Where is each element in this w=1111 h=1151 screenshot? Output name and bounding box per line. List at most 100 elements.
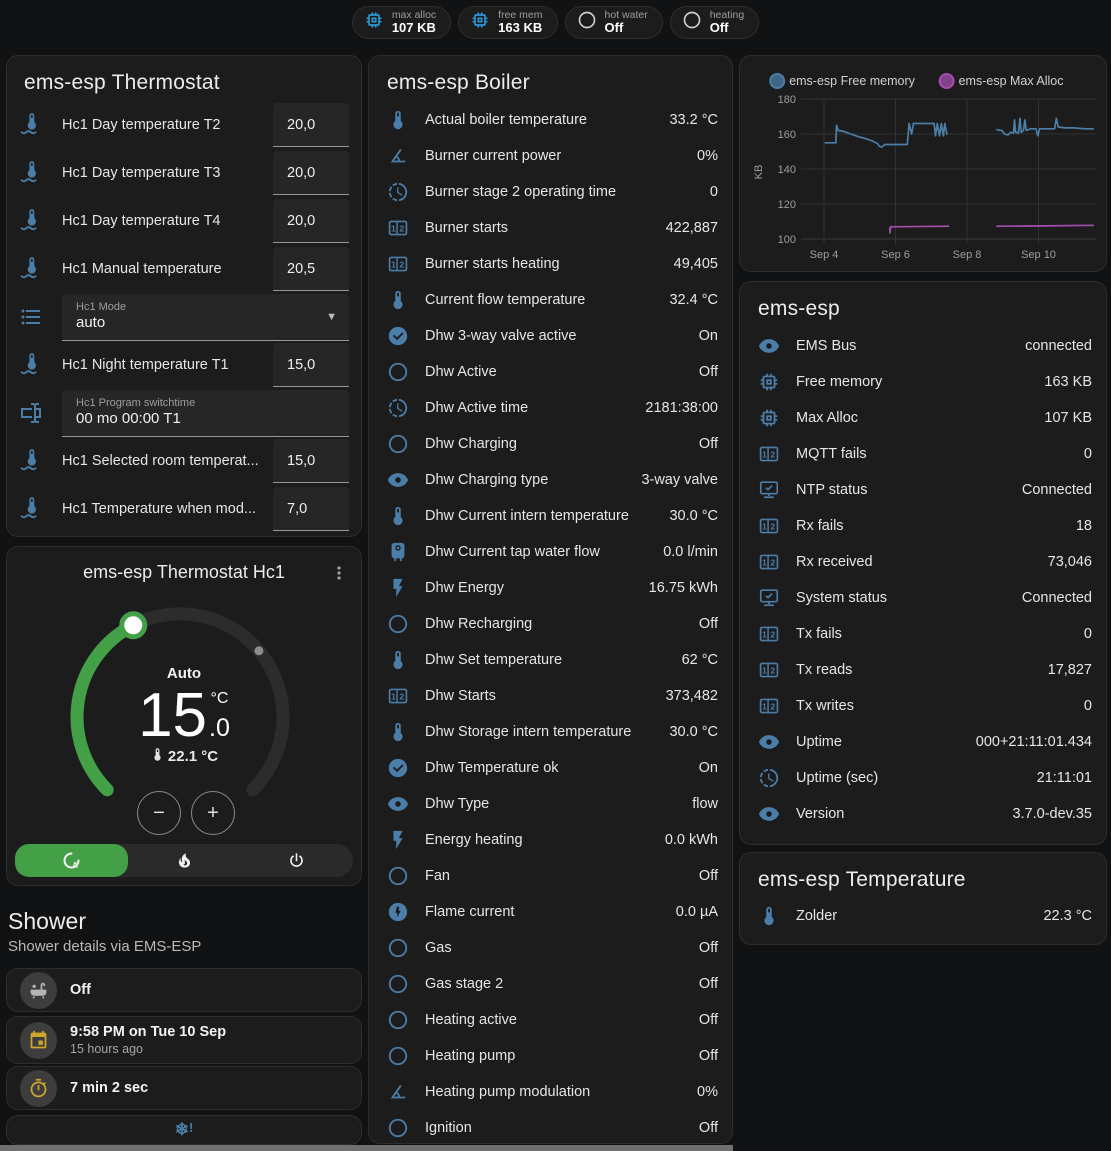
- badge-free-mem[interactable]: free mem 163 KB: [458, 6, 557, 39]
- monitor-check-icon: [757, 586, 781, 610]
- entity-row[interactable]: 12 Dhw Starts 373,482: [369, 678, 732, 714]
- counter-icon: 12: [757, 442, 781, 466]
- entity-row[interactable]: Uptime (sec) 21:11:01: [740, 760, 1106, 796]
- entity-row[interactable]: Current flow temperature 32.4 °C: [369, 282, 732, 318]
- entity-row[interactable]: Dhw Active time 2181:38:00: [369, 390, 732, 426]
- boiler-rows: Actual boiler temperature 33.2 °C Burner…: [369, 102, 732, 1144]
- entity-row[interactable]: Burner stage 2 operating time 0: [369, 174, 732, 210]
- entity-value: flow: [692, 796, 718, 812]
- entity-row[interactable]: Gas Off: [369, 930, 732, 966]
- entity-row[interactable]: Max Alloc 107 KB: [740, 400, 1106, 436]
- entity-row[interactable]: Dhw Temperature ok On: [369, 750, 732, 786]
- flash-icon: [386, 828, 410, 852]
- entity-row[interactable]: Dhw 3-way valve active On: [369, 318, 732, 354]
- entity-row[interactable]: Dhw Type flow: [369, 786, 732, 822]
- entity-row[interactable]: 12 Rx fails 18: [740, 508, 1106, 544]
- target-temp-integer: 15: [138, 685, 207, 747]
- entity-row[interactable]: Fan Off: [369, 858, 732, 894]
- circle-outline-icon: [682, 10, 702, 35]
- number-input[interactable]: 7,0: [273, 487, 349, 531]
- entity-label: Dhw Current tap water flow: [425, 544, 655, 560]
- card-title: ems-esp Temperature: [740, 853, 1106, 896]
- more-options-icon[interactable]: [325, 559, 353, 587]
- badge-max-alloc[interactable]: max alloc 107 KB: [352, 6, 451, 39]
- svg-text:1: 1: [762, 522, 767, 532]
- entity-value: Off: [699, 1012, 718, 1028]
- shower-tile[interactable]: 9:58 PM on Tue 10 Sep 15 hours ago: [6, 1016, 362, 1064]
- number-input[interactable]: 15,0: [273, 343, 349, 387]
- chevron-down-icon: ▼: [326, 311, 337, 323]
- entity-row[interactable]: System status Connected: [740, 580, 1106, 616]
- entity-row[interactable]: Dhw Current intern temperature 30.0 °C: [369, 498, 732, 534]
- thermostat-row: Hc1 Day temperature T3 20,0: [7, 149, 361, 197]
- hvac-mode-heat-button[interactable]: [128, 844, 241, 877]
- entity-value: 373,482: [666, 688, 718, 704]
- shower-tile[interactable]: Off: [6, 968, 362, 1012]
- entity-value: Off: [699, 1048, 718, 1064]
- entity-row[interactable]: Flame current 0.0 µA: [369, 894, 732, 930]
- svg-text:ems-esp Max Alloc: ems-esp Max Alloc: [959, 74, 1064, 88]
- eye-icon: [757, 730, 781, 754]
- entity-row[interactable]: NTP status Connected: [740, 472, 1106, 508]
- entity-row[interactable]: Actual boiler temperature 33.2 °C: [369, 102, 732, 138]
- eye-icon: [757, 334, 781, 358]
- svg-text:180: 180: [778, 94, 796, 106]
- number-input[interactable]: 20,0: [273, 103, 349, 147]
- chip-icon: [757, 406, 781, 430]
- entity-label: EMS Bus: [796, 338, 1017, 354]
- entity-row[interactable]: Dhw Charging type 3-way valve: [369, 462, 732, 498]
- entity-row[interactable]: Free memory 163 KB: [740, 364, 1106, 400]
- thermometer-icon: [386, 648, 410, 672]
- entity-row[interactable]: 12 Burner starts 422,887: [369, 210, 732, 246]
- increase-temperature-button[interactable]: +: [191, 791, 235, 835]
- entity-row[interactable]: Dhw Storage intern temperature 30.0 °C: [369, 714, 732, 750]
- entity-row[interactable]: 12 Tx fails 0: [740, 616, 1106, 652]
- entity-row[interactable]: 12 Rx received 73,046: [740, 544, 1106, 580]
- entity-row[interactable]: Ignition Off: [369, 1110, 732, 1144]
- entity-row[interactable]: 12 Tx writes 0: [740, 688, 1106, 724]
- entity-value: 0: [1084, 626, 1092, 642]
- entity-row[interactable]: 12 Burner starts heating 49,405: [369, 246, 732, 282]
- entity-row[interactable]: Energy heating 0.0 kWh: [369, 822, 732, 858]
- entity-row[interactable]: Gas stage 2 Off: [369, 966, 732, 1002]
- entity-row[interactable]: 12 Tx reads 17,827: [740, 652, 1106, 688]
- entity-row[interactable]: Dhw Set temperature 62 °C: [369, 642, 732, 678]
- entity-row[interactable]: Dhw Energy 16.75 kWh: [369, 570, 732, 606]
- entity-value: 0.0 kWh: [665, 832, 718, 848]
- text-input[interactable]: Hc1 Program switchtime 00 mo 00:00 T1: [62, 390, 349, 437]
- entity-value: 0: [1084, 446, 1092, 462]
- number-input[interactable]: 20,0: [273, 199, 349, 243]
- entity-row[interactable]: EMS Bus connected: [740, 328, 1106, 364]
- entity-row[interactable]: Burner current power 0%: [369, 138, 732, 174]
- badge-heating[interactable]: heating Off: [670, 6, 759, 39]
- svg-text:1: 1: [762, 702, 767, 712]
- hvac-mode-auto-button[interactable]: A: [15, 844, 128, 877]
- entity-row[interactable]: Dhw Current tap water flow 0.0 l/min: [369, 534, 732, 570]
- entity-label: Heating pump modulation: [425, 1084, 689, 1100]
- line-chart: 100120140160180Sep 4Sep 6Sep 8Sep 10KBem…: [740, 56, 1106, 271]
- shower-tile[interactable]: ❄!: [6, 1115, 362, 1145]
- svg-text:2: 2: [770, 666, 775, 676]
- entity-row[interactable]: Uptime 000+21:11:01.434: [740, 724, 1106, 760]
- entity-row[interactable]: Dhw Charging Off: [369, 426, 732, 462]
- number-input[interactable]: 15,0: [273, 439, 349, 483]
- entity-row[interactable]: Version 3.7.0-dev.35: [740, 796, 1106, 832]
- entity-row[interactable]: Heating active Off: [369, 1002, 732, 1038]
- mode-select[interactable]: Hc1 Mode auto ▼: [62, 294, 349, 341]
- entity-row[interactable]: Dhw Recharging Off: [369, 606, 732, 642]
- number-input[interactable]: 20,5: [273, 247, 349, 291]
- decrease-temperature-button[interactable]: −: [137, 791, 181, 835]
- number-input[interactable]: 20,0: [273, 151, 349, 195]
- entity-label: Gas stage 2: [425, 976, 691, 992]
- entity-row[interactable]: Heating pump modulation 0%: [369, 1074, 732, 1110]
- badge-bar: max alloc 107 KB free mem 163 KB hot wat…: [0, 6, 1111, 39]
- entity-row[interactable]: Zolder 22.3 °C: [740, 898, 1106, 934]
- entity-row[interactable]: Dhw Active Off: [369, 354, 732, 390]
- hvac-mode-off-button[interactable]: [240, 844, 353, 877]
- shower-tile[interactable]: 7 min 2 sec: [6, 1066, 362, 1110]
- badge-hot-water[interactable]: hot water Off: [565, 6, 663, 39]
- entity-row[interactable]: Heating pump Off: [369, 1038, 732, 1074]
- entity-row[interactable]: 12 MQTT fails 0: [740, 436, 1106, 472]
- entity-label: Burner starts: [425, 220, 658, 236]
- thermostat-row: Hc1 Night temperature T1 15,0: [7, 341, 361, 389]
